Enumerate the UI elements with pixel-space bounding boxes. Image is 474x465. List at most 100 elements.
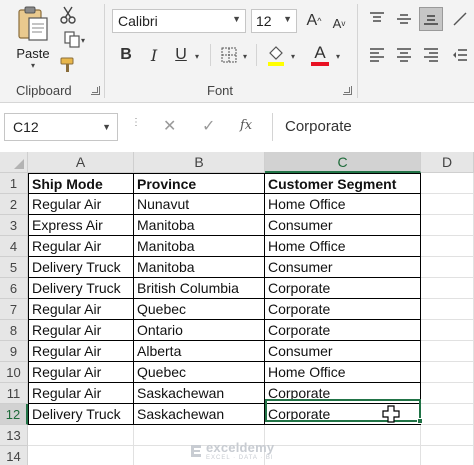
font-launcher-icon[interactable] [343, 86, 352, 95]
row-header[interactable]: 14 [0, 446, 28, 465]
chevron-down-icon[interactable]: ▾ [195, 52, 199, 61]
table-cell[interactable]: Regular Air [28, 362, 134, 383]
table-cell[interactable]: Saskachewan [134, 404, 265, 425]
table-cell[interactable]: Regular Air [28, 194, 134, 215]
middle-align-button[interactable] [393, 8, 415, 30]
orientation-button[interactable] [449, 8, 471, 30]
font-color-button[interactable]: A [308, 42, 332, 68]
insert-function-button[interactable]: fx [240, 118, 252, 133]
table-cell[interactable] [28, 425, 134, 446]
empty-cell[interactable] [421, 341, 474, 362]
table-cell[interactable]: Ontario [134, 320, 265, 341]
table-cell[interactable] [28, 446, 134, 465]
row-header[interactable]: 3 [0, 215, 28, 236]
row-header[interactable]: 7 [0, 299, 28, 320]
row-header[interactable]: 4 [0, 236, 28, 257]
fill-handle[interactable] [417, 418, 423, 424]
table-cell[interactable]: Saskachewan [134, 383, 265, 404]
row-header[interactable]: 2 [0, 194, 28, 215]
empty-cell[interactable] [421, 257, 474, 278]
chevron-down-icon[interactable]: ▾ [81, 36, 85, 45]
row-header[interactable]: 13 [0, 425, 28, 446]
empty-cell[interactable] [421, 425, 474, 446]
font-name-dropdown[interactable]: Calibri ▼ [112, 9, 246, 33]
table-cell[interactable]: British Columbia [134, 278, 265, 299]
header-cell[interactable]: Ship Mode [28, 173, 134, 194]
cancel-icon[interactable]: ✕ [163, 116, 176, 136]
chevron-down-icon[interactable]: ▾ [336, 52, 340, 61]
header-cell[interactable]: Customer Segment [265, 173, 421, 194]
empty-cell[interactable] [421, 194, 474, 215]
table-cell[interactable]: Regular Air [28, 236, 134, 257]
row-header[interactable]: 6 [0, 278, 28, 299]
table-cell[interactable]: Express Air [28, 215, 134, 236]
table-cell[interactable]: Consumer [265, 341, 421, 362]
column-header-b[interactable]: B [134, 152, 265, 173]
empty-cell[interactable] [421, 320, 474, 341]
table-cell[interactable]: Home Office [265, 194, 421, 215]
empty-cell[interactable] [421, 173, 474, 194]
row-header[interactable]: 1 [0, 173, 28, 194]
format-painter-button[interactable] [57, 54, 79, 76]
table-cell[interactable]: Corporate [265, 320, 421, 341]
bottom-align-button[interactable] [419, 7, 443, 31]
decrease-indent-button[interactable] [449, 44, 471, 66]
table-cell[interactable]: Regular Air [28, 341, 134, 362]
align-center-button[interactable] [393, 44, 415, 66]
decrease-font-size-button[interactable]: Av [328, 12, 350, 34]
row-header[interactable]: 8 [0, 320, 28, 341]
cut-button[interactable] [58, 4, 78, 26]
empty-cell[interactable] [421, 404, 474, 425]
underline-button[interactable]: U [170, 44, 192, 66]
table-cell[interactable]: Nunavut [134, 194, 265, 215]
table-cell[interactable]: Manitoba [134, 257, 265, 278]
chevron-down-icon[interactable]: ▼ [102, 122, 111, 132]
table-cell[interactable] [265, 446, 421, 465]
fill-color-button[interactable] [264, 44, 288, 68]
font-size-dropdown[interactable]: 12 ▼ [251, 9, 297, 33]
table-cell[interactable]: Regular Air [28, 383, 134, 404]
align-left-button[interactable] [366, 44, 388, 66]
formula-input[interactable]: Corporate [285, 118, 352, 135]
chevron-down-icon[interactable]: ▾ [31, 61, 35, 70]
clipboard-launcher-icon[interactable] [91, 86, 100, 95]
column-header-a[interactable]: A [28, 152, 134, 173]
header-cell[interactable]: Province [134, 173, 265, 194]
row-header[interactable]: 11 [0, 383, 28, 404]
drag-handle-icon[interactable]: ⋮ [131, 118, 141, 128]
column-header-c[interactable]: C [265, 152, 421, 173]
table-cell[interactable]: Regular Air [28, 299, 134, 320]
table-cell[interactable] [265, 425, 421, 446]
table-cell[interactable]: Regular Air [28, 320, 134, 341]
table-cell[interactable]: Manitoba [134, 215, 265, 236]
table-cell[interactable]: Delivery Truck [28, 257, 134, 278]
table-cell[interactable]: Alberta [134, 341, 265, 362]
table-cell[interactable]: Consumer [265, 257, 421, 278]
chevron-down-icon[interactable]: ▾ [243, 52, 247, 61]
align-right-button[interactable] [420, 44, 442, 66]
table-cell[interactable]: Quebec [134, 299, 265, 320]
top-align-button[interactable] [366, 8, 388, 30]
bold-button[interactable]: B [115, 44, 137, 66]
table-cell[interactable]: Corporate [265, 278, 421, 299]
empty-cell[interactable] [421, 236, 474, 257]
italic-button[interactable]: I [143, 44, 165, 66]
table-cell[interactable]: Consumer [265, 215, 421, 236]
enter-icon[interactable]: ✓ [202, 116, 215, 136]
increase-font-size-button[interactable]: A ^ [303, 10, 325, 32]
select-all-button[interactable] [0, 152, 28, 173]
row-header[interactable]: 9 [0, 341, 28, 362]
row-header[interactable]: 5 [0, 257, 28, 278]
empty-cell[interactable] [421, 383, 474, 404]
table-cell[interactable]: Delivery Truck [28, 278, 134, 299]
empty-cell[interactable] [421, 362, 474, 383]
empty-cell[interactable] [421, 299, 474, 320]
table-cell[interactable]: Quebec [134, 362, 265, 383]
table-cell[interactable]: Home Office [265, 362, 421, 383]
table-cell[interactable]: Corporate [265, 299, 421, 320]
column-header-d[interactable]: D [421, 152, 474, 173]
chevron-down-icon[interactable]: ▾ [291, 52, 295, 61]
name-box[interactable]: C12 ▼ [4, 113, 118, 141]
row-header[interactable]: 12 [0, 404, 28, 425]
empty-cell[interactable] [421, 215, 474, 236]
